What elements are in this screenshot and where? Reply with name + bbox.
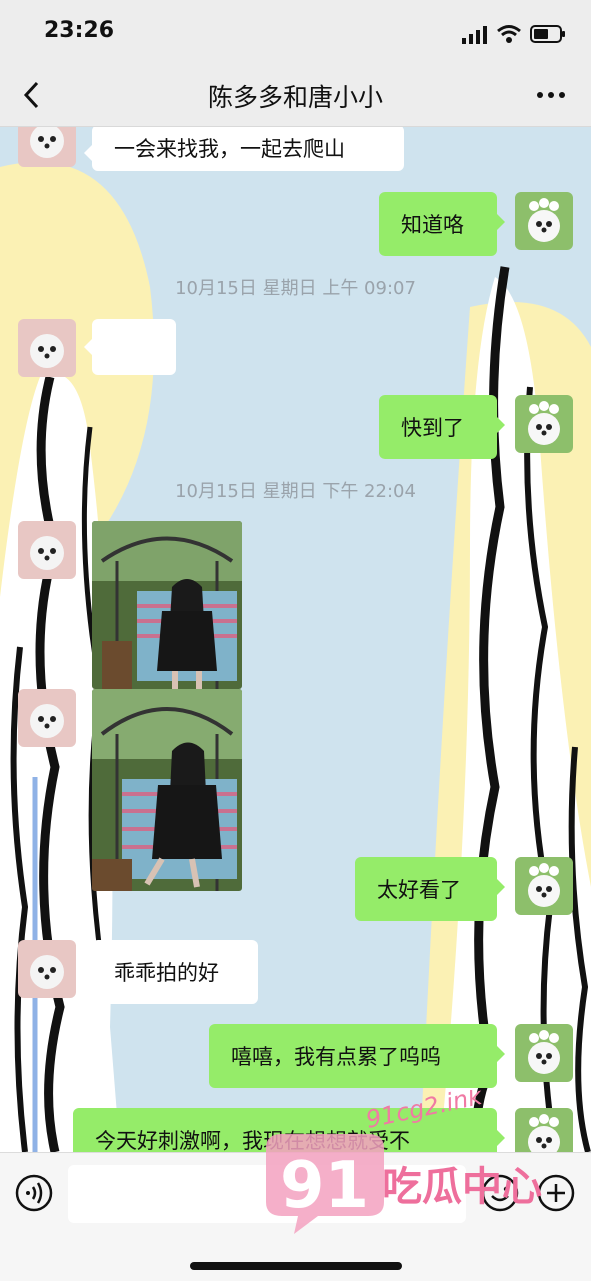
message-bubble-outgoing[interactable]: 嘻嘻，我有点累了呜呜 [209,1024,505,1088]
contact-avatar[interactable] [18,521,76,579]
home-indicator[interactable] [190,1262,402,1270]
message-timestamp: 10月15日 星期日 下午 22:04 [175,481,416,502]
user-avatar[interactable] [515,1024,573,1082]
status-time: 23:26 [44,18,115,43]
message-bubble-incoming[interactable]: 乖乖拍的好 [84,940,258,1004]
watermark-number: 91 [280,1149,369,1223]
message-bubble-outgoing[interactable]: 太好看了 [355,857,505,921]
signal-icon [462,26,487,44]
user-avatar[interactable] [515,395,573,453]
watermark-site: 91cg2.ink [363,1090,485,1134]
message-image[interactable] [92,521,242,689]
user-avatar[interactable] [515,192,573,250]
contact-avatar[interactable] [18,940,76,998]
message-bubble-incoming[interactable]: 一会来找我，一起去爬山 [84,127,404,171]
more-icon[interactable] [536,90,566,100]
user-avatar[interactable] [515,857,573,915]
wifi-icon [497,25,521,43]
message-timestamp: 10月15日 星期日 上午 09:07 [175,278,416,299]
chat-header: 陈多多和唐小小 [0,66,591,127]
contact-avatar[interactable] [18,127,76,167]
voice-icon[interactable] [14,1173,54,1213]
chat-area[interactable]: 一会来找我，一起去爬山 知道咯 10月15日 星期日 上午 09:07 快到了 … [0,127,591,1152]
message-image[interactable] [92,689,242,891]
message-bubble-outgoing[interactable]: 知道咯 [379,192,505,256]
watermark-logo: 91 91cg2.ink 吃瓜中心 [266,1090,542,1234]
contact-avatar[interactable] [18,689,76,747]
message-bubble-outgoing[interactable]: 快到了 [379,395,505,459]
status-bar: 23:26 [0,0,591,66]
message-bubble-incoming[interactable] [84,319,176,375]
contact-avatar[interactable] [18,319,76,377]
battery-icon [530,25,565,43]
chat-title: 陈多多和唐小小 [207,83,383,112]
watermark-name: 吃瓜中心 [382,1164,542,1210]
